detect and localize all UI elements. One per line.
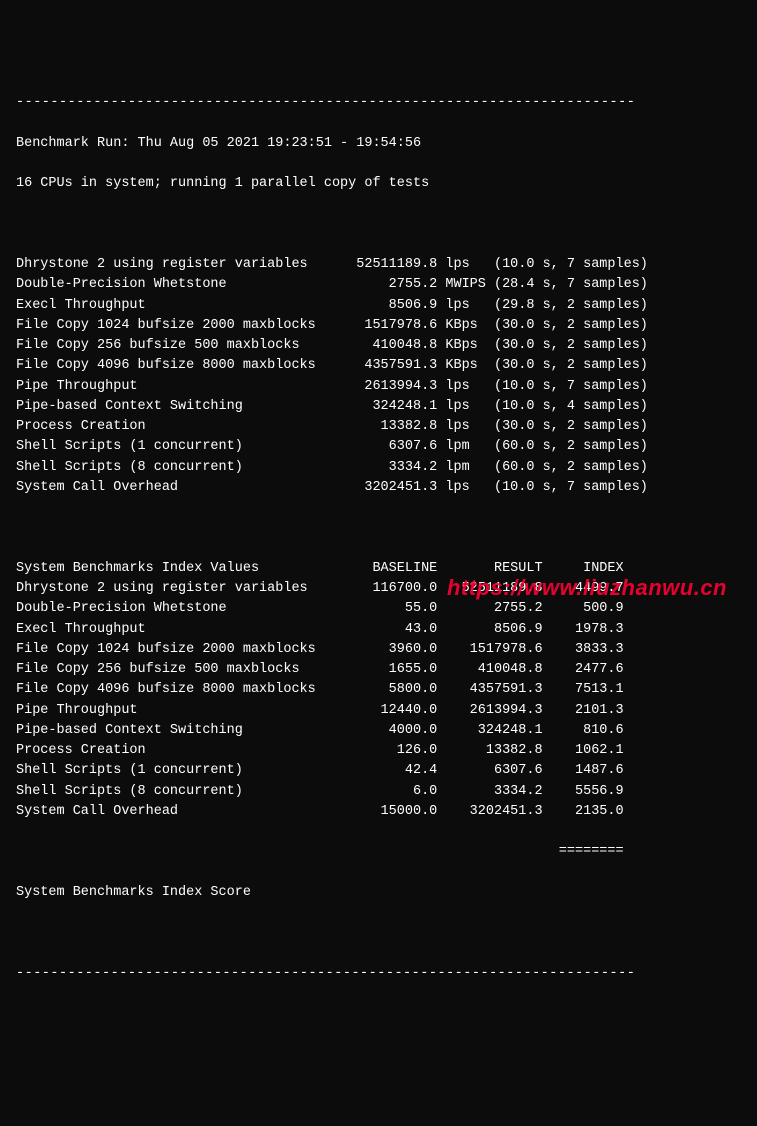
result-row: System Call Overhead 3202451.3 lps (10.0… (16, 478, 741, 498)
result-row: Process Creation 13382.8 lps (30.0 s, 2 … (16, 417, 741, 437)
blank-line (16, 518, 741, 538)
index-row: Shell Scripts (8 concurrent) 6.0 3334.2 … (16, 782, 741, 802)
result-row: Double-Precision Whetstone 2755.2 MWIPS … (16, 275, 741, 295)
index-row: Shell Scripts (1 concurrent) 42.4 6307.6… (16, 761, 741, 781)
blank-line (16, 923, 741, 943)
blank-line (16, 215, 741, 235)
index-row: Pipe Throughput 12440.0 2613994.3 2101.3 (16, 701, 741, 721)
index-score-label: System Benchmarks Index Score (16, 883, 741, 903)
cpu-info: 16 CPUs in system; running 1 parallel co… (16, 174, 741, 194)
score-rule: ======== (16, 842, 741, 862)
divider-bottom: ----------------------------------------… (16, 964, 741, 984)
result-row: File Copy 256 bufsize 500 maxblocks 4100… (16, 336, 741, 356)
result-row: Dhrystone 2 using register variables 525… (16, 255, 741, 275)
index-row: Pipe-based Context Switching 4000.0 3242… (16, 721, 741, 741)
result-row: File Copy 4096 bufsize 8000 maxblocks 43… (16, 356, 741, 376)
results-section: Dhrystone 2 using register variables 525… (16, 255, 741, 498)
index-row: File Copy 1024 bufsize 2000 maxblocks 39… (16, 640, 741, 660)
index-row: Process Creation 126.0 13382.8 1062.1 (16, 741, 741, 761)
result-row: Pipe-based Context Switching 324248.1 lp… (16, 397, 741, 417)
result-row: Execl Throughput 8506.9 lps (29.8 s, 2 s… (16, 296, 741, 316)
index-row: File Copy 4096 bufsize 8000 maxblocks 58… (16, 680, 741, 700)
divider-top: ----------------------------------------… (16, 93, 741, 113)
benchmark-run-info: Benchmark Run: Thu Aug 05 2021 19:23:51 … (16, 134, 741, 154)
watermark-url: https://www.liuzhanwu.cn (447, 571, 727, 604)
result-row: Shell Scripts (1 concurrent) 6307.6 lpm … (16, 437, 741, 457)
index-row: File Copy 256 bufsize 500 maxblocks 1655… (16, 660, 741, 680)
result-row: File Copy 1024 bufsize 2000 maxblocks 15… (16, 316, 741, 336)
index-row: Execl Throughput 43.0 8506.9 1978.3 (16, 620, 741, 640)
index-row: System Call Overhead 15000.0 3202451.3 2… (16, 802, 741, 822)
result-row: Pipe Throughput 2613994.3 lps (10.0 s, 7… (16, 377, 741, 397)
result-row: Shell Scripts (8 concurrent) 3334.2 lpm … (16, 458, 741, 478)
